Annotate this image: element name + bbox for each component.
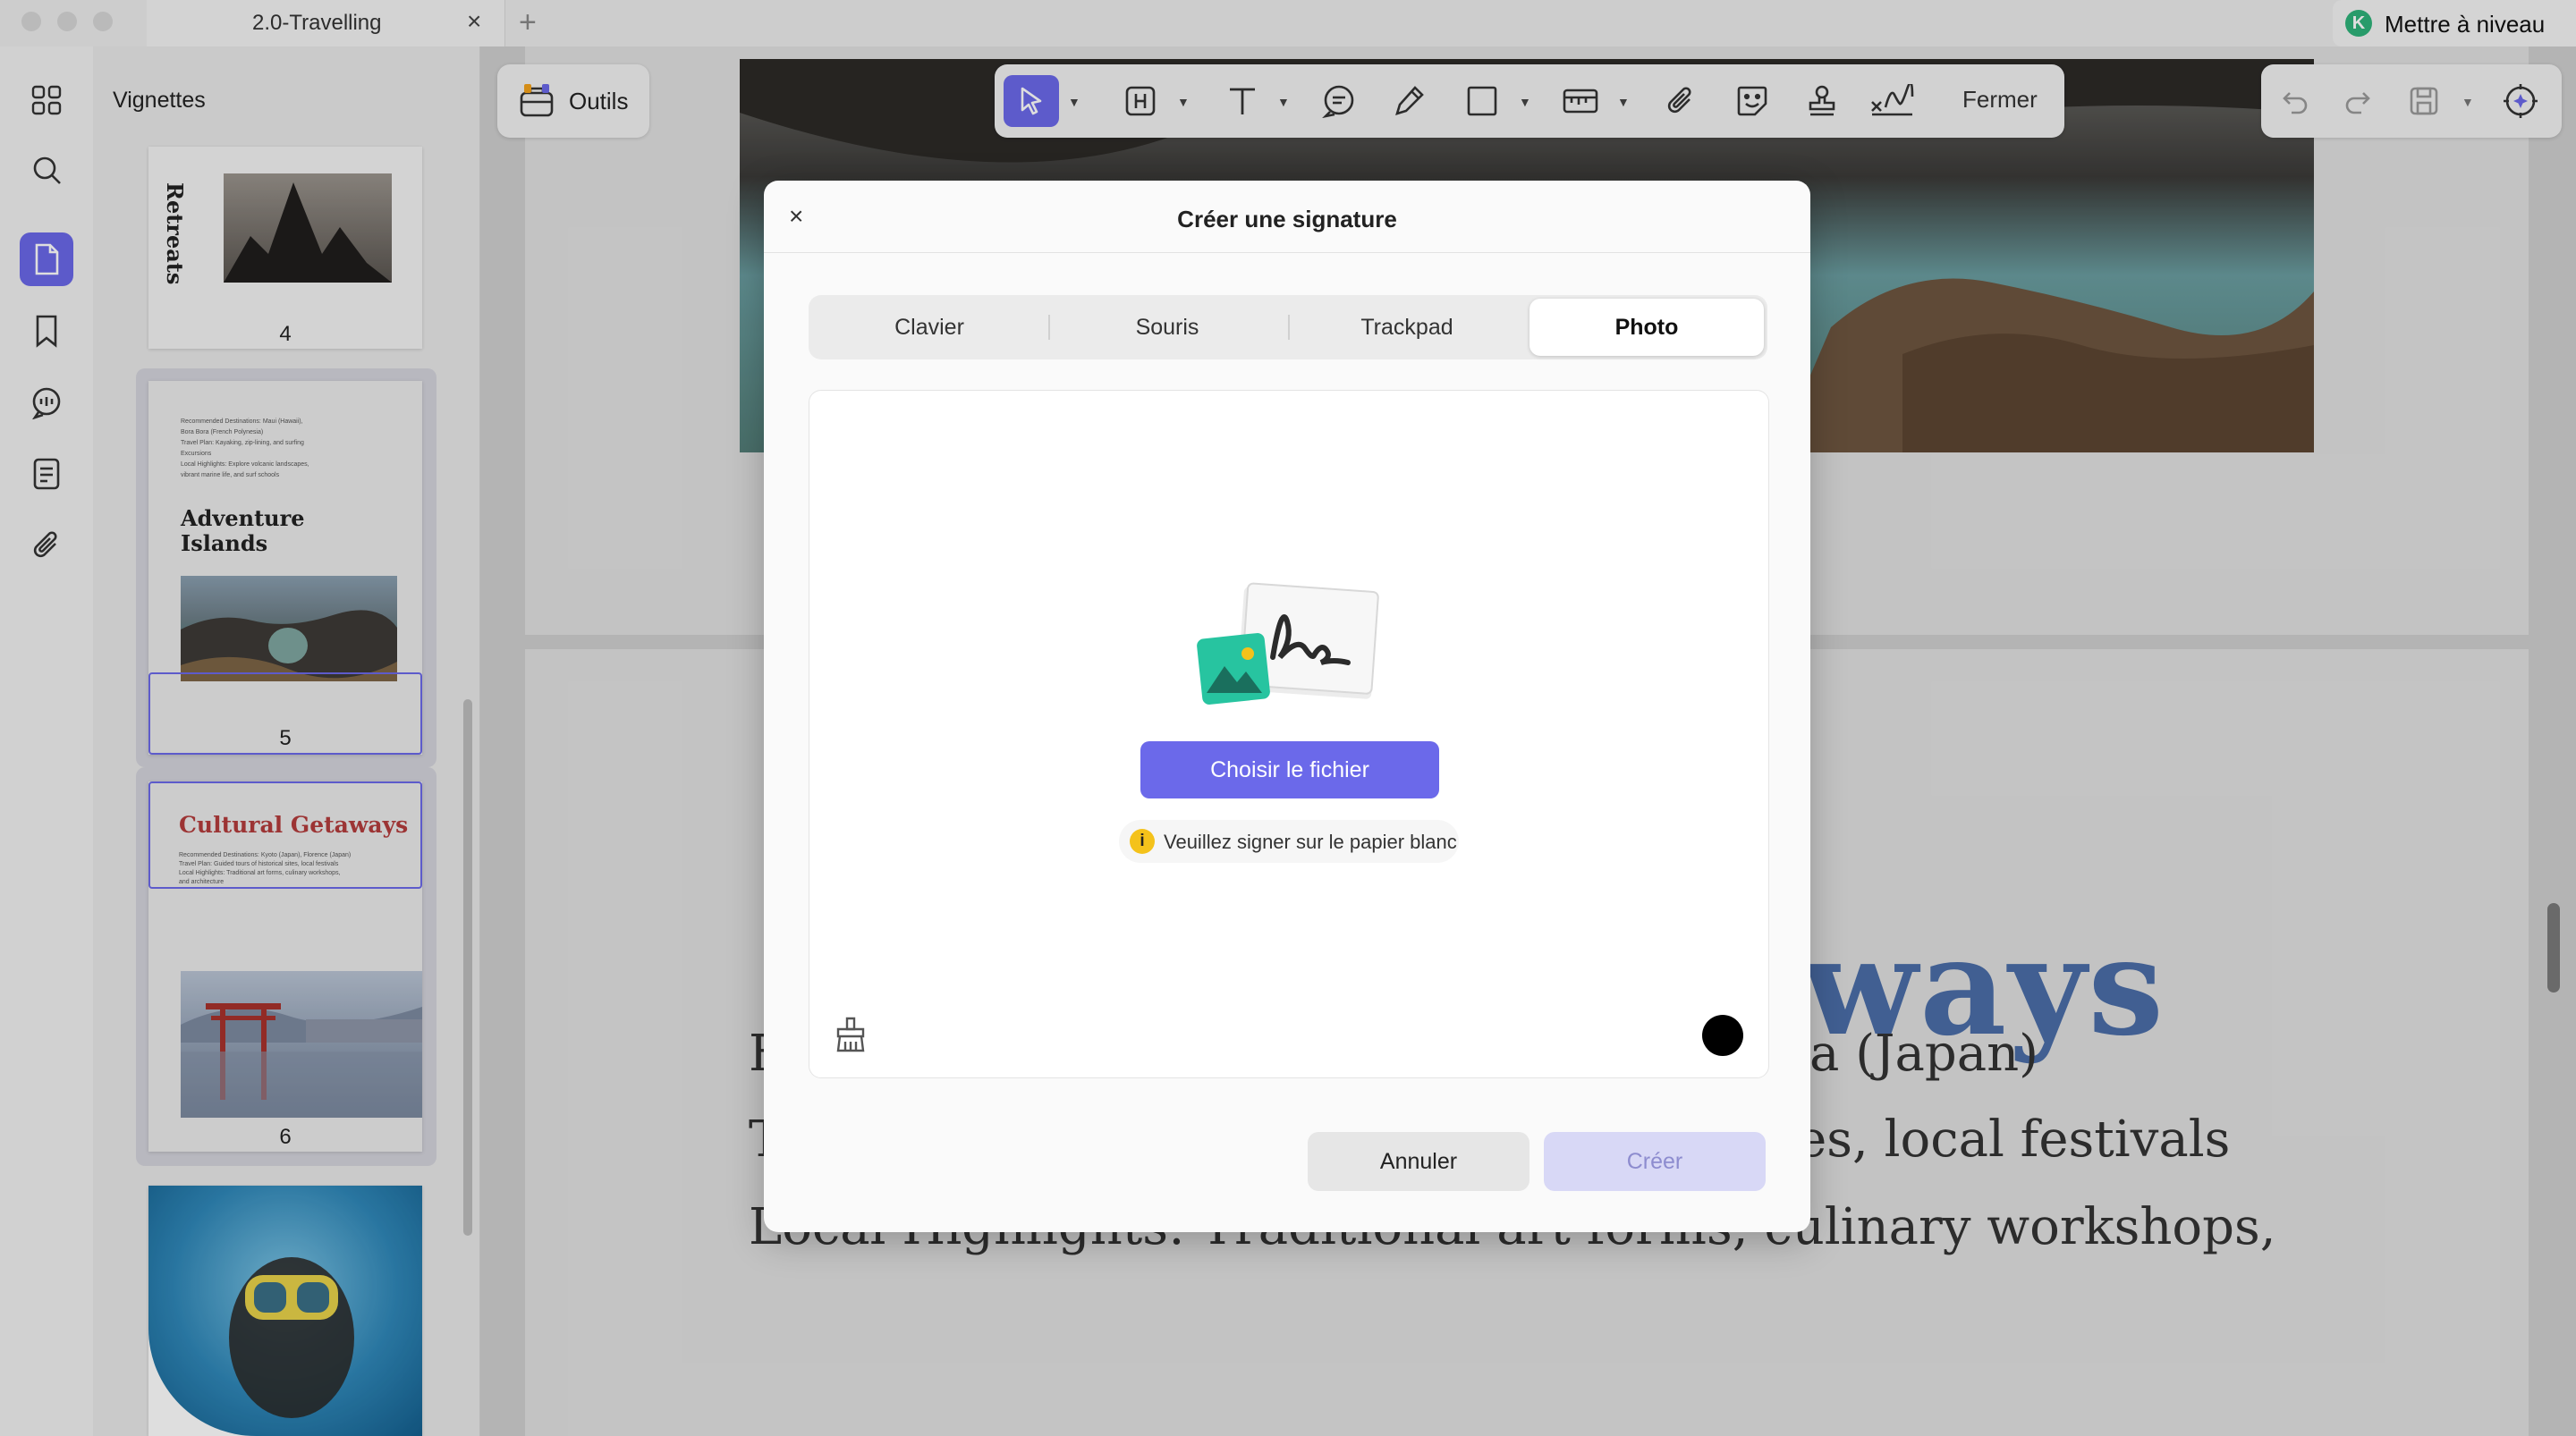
dialog-divider — [764, 252, 1810, 253]
signature-method-tabs: Clavier Souris Trackpad Photo — [809, 295, 1767, 359]
clear-brush-icon[interactable] — [833, 1015, 869, 1054]
notice-text: Veuillez signer sur le papier blanc — [1164, 831, 1457, 853]
cancel-button[interactable]: Annuler — [1308, 1132, 1530, 1191]
tab-keyboard[interactable]: Clavier — [812, 299, 1046, 356]
dialog-title: Créer une signature — [1177, 206, 1397, 232]
tab-photo[interactable]: Photo — [1530, 299, 1764, 356]
photo-signature-illustration — [1194, 582, 1382, 707]
tab-trackpad[interactable]: Trackpad — [1290, 299, 1524, 356]
photo-instruction-notice: i Veuillez signer sur le papier blanc — [1119, 820, 1459, 863]
create-button[interactable]: Créer — [1544, 1132, 1766, 1191]
tab-mouse[interactable]: Souris — [1050, 299, 1284, 356]
choose-file-button[interactable]: Choisir le fichier — [1140, 741, 1439, 798]
signature-pad[interactable]: Choisir le fichier i Veuillez signer sur… — [809, 390, 1769, 1078]
create-signature-dialog: × Créer une signature Clavier Souris Tra… — [764, 181, 1810, 1232]
ink-color-picker[interactable] — [1702, 1015, 1743, 1056]
info-icon: i — [1130, 829, 1155, 854]
